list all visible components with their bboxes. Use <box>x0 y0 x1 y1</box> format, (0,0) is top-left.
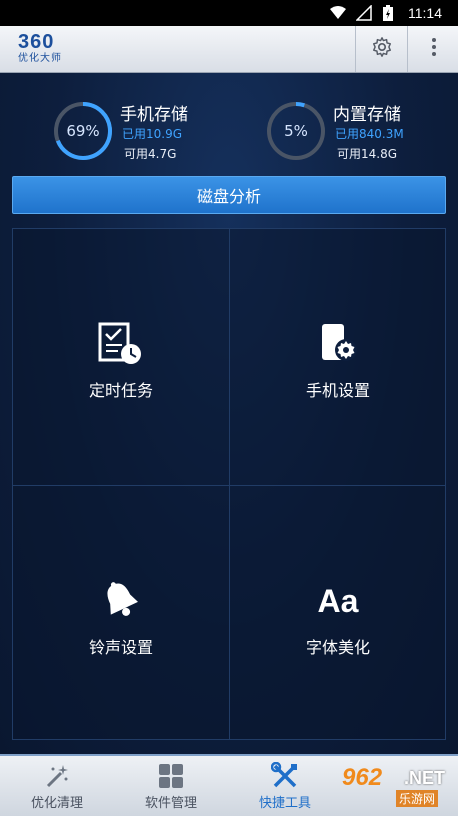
app-header: 360 优化大师 <box>0 26 458 73</box>
site-watermark: 962 .NET 乐游网 <box>342 754 458 814</box>
nav-software-manage[interactable]: 软件管理 <box>114 756 228 816</box>
phone-settings-icon <box>313 321 363 367</box>
more-options-button[interactable] <box>407 26 458 72</box>
internal-storage-used: 已用840.3M <box>335 127 404 141</box>
phone-storage[interactable]: 69% 手机存储 已用10.9G 可用4.7G <box>52 100 242 162</box>
tool-label: 铃声设置 <box>88 638 153 657</box>
phone-storage-available: 可用4.7G <box>124 147 177 161</box>
more-vertical-icon <box>431 36 437 62</box>
tools-icon <box>271 762 299 790</box>
tool-font-beautify[interactable]: Aa 字体美化 <box>230 486 446 742</box>
signal-icon <box>355 4 372 21</box>
watermark-site-name: 乐游网 <box>396 790 439 807</box>
phone-storage-title: 手机存储 <box>120 105 188 125</box>
font-glyph: Aa <box>317 582 359 619</box>
nav-quick-tools[interactable]: 快捷工具 <box>228 756 342 816</box>
nav-label: 优化清理 <box>30 796 83 811</box>
internal-storage-available: 可用14.8G <box>337 147 398 161</box>
tool-phone-settings[interactable]: 手机设置 <box>230 229 446 485</box>
logo-sub-text: 优化大师 <box>18 53 62 64</box>
battery-icon <box>382 5 398 21</box>
watermark-net: .NET <box>404 768 446 788</box>
app-logo: 360 优化大师 <box>18 32 88 68</box>
status-bar: 11:14 <box>0 0 458 26</box>
phone-storage-used: 已用10.9G <box>122 127 183 141</box>
tool-label: 字体美化 <box>305 638 370 657</box>
status-time: 11:14 <box>408 5 442 21</box>
settings-button[interactable] <box>355 26 408 72</box>
internal-storage[interactable]: 5% 内置存储 已用840.3M 可用14.8G <box>265 100 455 162</box>
disk-analysis-button[interactable]: 磁盘分析 <box>12 176 446 214</box>
phone-storage-percent: 69% <box>66 122 100 140</box>
tool-ringtone-settings[interactable]: 铃声设置 <box>13 486 229 742</box>
internal-storage-title: 内置存储 <box>333 105 401 125</box>
tool-label: 定时任务 <box>88 381 153 400</box>
logo-main-text: 360 <box>18 31 55 53</box>
bell-icon <box>96 578 146 624</box>
font-aa-icon: Aa <box>313 578 363 624</box>
grid-apps-icon <box>157 762 185 790</box>
internal-storage-percent: 5% <box>284 122 308 140</box>
settings-gear-icon <box>371 36 393 62</box>
wifi-icon <box>330 5 346 21</box>
nav-optimize-clean[interactable]: 优化清理 <box>0 756 114 816</box>
tools-grid: 定时任务 手机设置 铃声设置 Aa 字体美化 <box>12 228 446 740</box>
nav-label: 快捷工具 <box>258 796 311 811</box>
tool-scheduled-task[interactable]: 定时任务 <box>13 229 229 485</box>
scheduled-task-icon <box>96 321 146 367</box>
magic-wand-icon <box>43 762 71 790</box>
nav-label: 软件管理 <box>144 796 197 811</box>
tool-label: 手机设置 <box>305 381 370 400</box>
watermark-number: 962 <box>342 764 383 791</box>
